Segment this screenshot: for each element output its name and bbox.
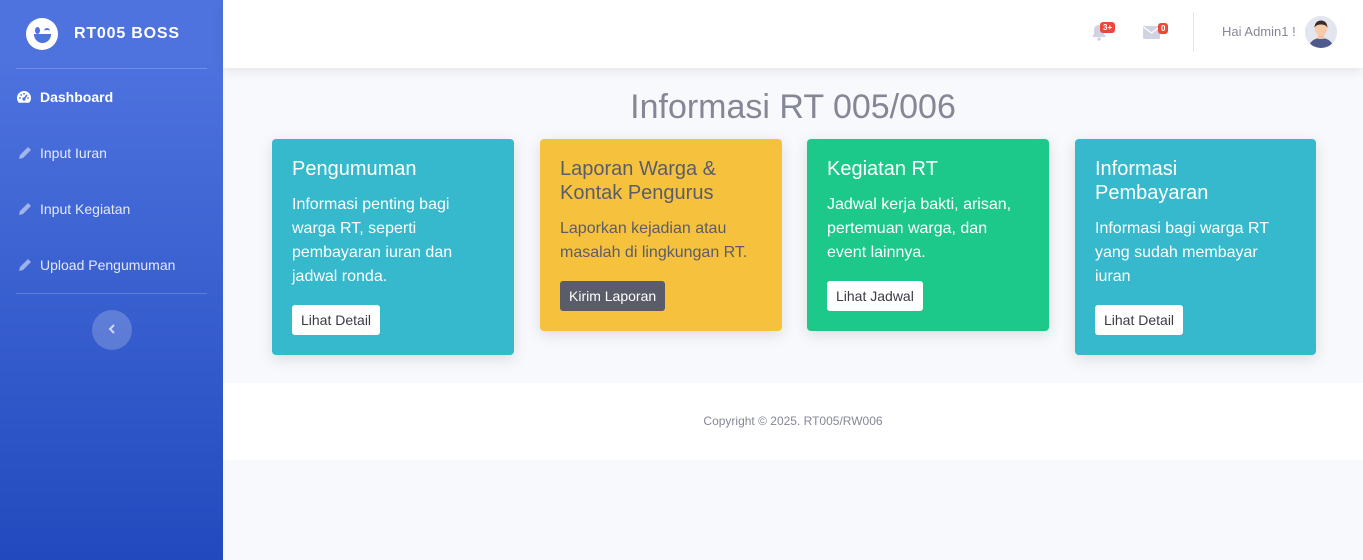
sidebar-item-label: Input Kegiatan (40, 201, 131, 217)
sidebar-divider (16, 293, 207, 294)
user-avatar[interactable] (1305, 16, 1337, 48)
footer: Copyright © 2025. RT005/RW006 (223, 383, 1363, 460)
card-title: Kegiatan RT (827, 158, 938, 180)
sidebar-item-label: Dashboard (40, 89, 114, 105)
card-text: Laporkan kejadian atau masalah di lingku… (560, 220, 748, 261)
pencil-icon (16, 201, 32, 217)
card-title: Laporan Warga & Kontak Pengurus (560, 158, 717, 204)
card-informasi-pembayaran: Informasi Pembayaran Informasi bagi warg… (1075, 139, 1316, 355)
topbar: 3+ 0 Hai Admin1 ! (223, 0, 1363, 68)
sidebar-brand[interactable]: RT005 BOSS (0, 0, 223, 68)
sidebar-item-input-kegiatan[interactable]: Input Kegiatan (0, 181, 223, 237)
alerts-dropdown[interactable]: 3+ (1092, 22, 1116, 46)
lihat-detail-button[interactable]: Lihat Detail (292, 305, 381, 335)
sidebar-toggle-button[interactable] (91, 310, 132, 350)
card-title: Pengumuman (292, 158, 417, 180)
tachometer-icon (16, 89, 32, 105)
card-pengumuman: Pengumuman Informasi penting bagi warga … (272, 139, 514, 355)
sidebar: RT005 BOSS Dashboard Input Iuran Input K… (0, 0, 223, 560)
sidebar-item-upload-pengumuman[interactable]: Upload Pengumuman (0, 237, 223, 293)
messages-badge: 0 (1158, 23, 1169, 34)
lihat-jadwal-button[interactable]: Lihat Jadwal (827, 281, 923, 311)
topbar-divider (1193, 12, 1194, 52)
pencil-icon (16, 145, 32, 161)
card-text: Jadwal kerja bakti, arisan, pertemuan wa… (827, 196, 1012, 261)
chevron-left-icon (108, 321, 116, 339)
card-title: Informasi Pembayaran (1095, 158, 1209, 204)
messages-dropdown[interactable]: 0 (1143, 23, 1169, 45)
card-text: Informasi bagi warga RT yang sudah memba… (1095, 220, 1269, 285)
brand-name: RT005 BOSS (74, 25, 180, 42)
pencil-icon (16, 257, 32, 273)
laugh-wink-icon (26, 18, 58, 50)
card-text: Informasi penting bagi warga RT, seperti… (292, 196, 453, 285)
copyright-text: Copyright © 2025. RT005/RW006 (703, 414, 883, 428)
sidebar-item-label: Input Iuran (40, 145, 107, 161)
alerts-badge: 3+ (1100, 22, 1116, 33)
lihat-detail-button[interactable]: Lihat Detail (1095, 305, 1184, 335)
user-greeting[interactable]: Hai Admin1 ! (1222, 24, 1296, 39)
page-title: Informasi RT 005/006 (630, 88, 956, 126)
card-laporan-warga: Laporan Warga & Kontak Pengurus Laporkan… (540, 139, 782, 331)
sidebar-item-input-iuran[interactable]: Input Iuran (0, 125, 223, 181)
kirim-laporan-button[interactable]: Kirim Laporan (560, 281, 666, 311)
card-kegiatan-rt: Kegiatan RT Jadwal kerja bakti, arisan, … (807, 139, 1049, 331)
sidebar-item-dashboard[interactable]: Dashboard (0, 69, 223, 125)
sidebar-item-label: Upload Pengumuman (40, 257, 176, 273)
